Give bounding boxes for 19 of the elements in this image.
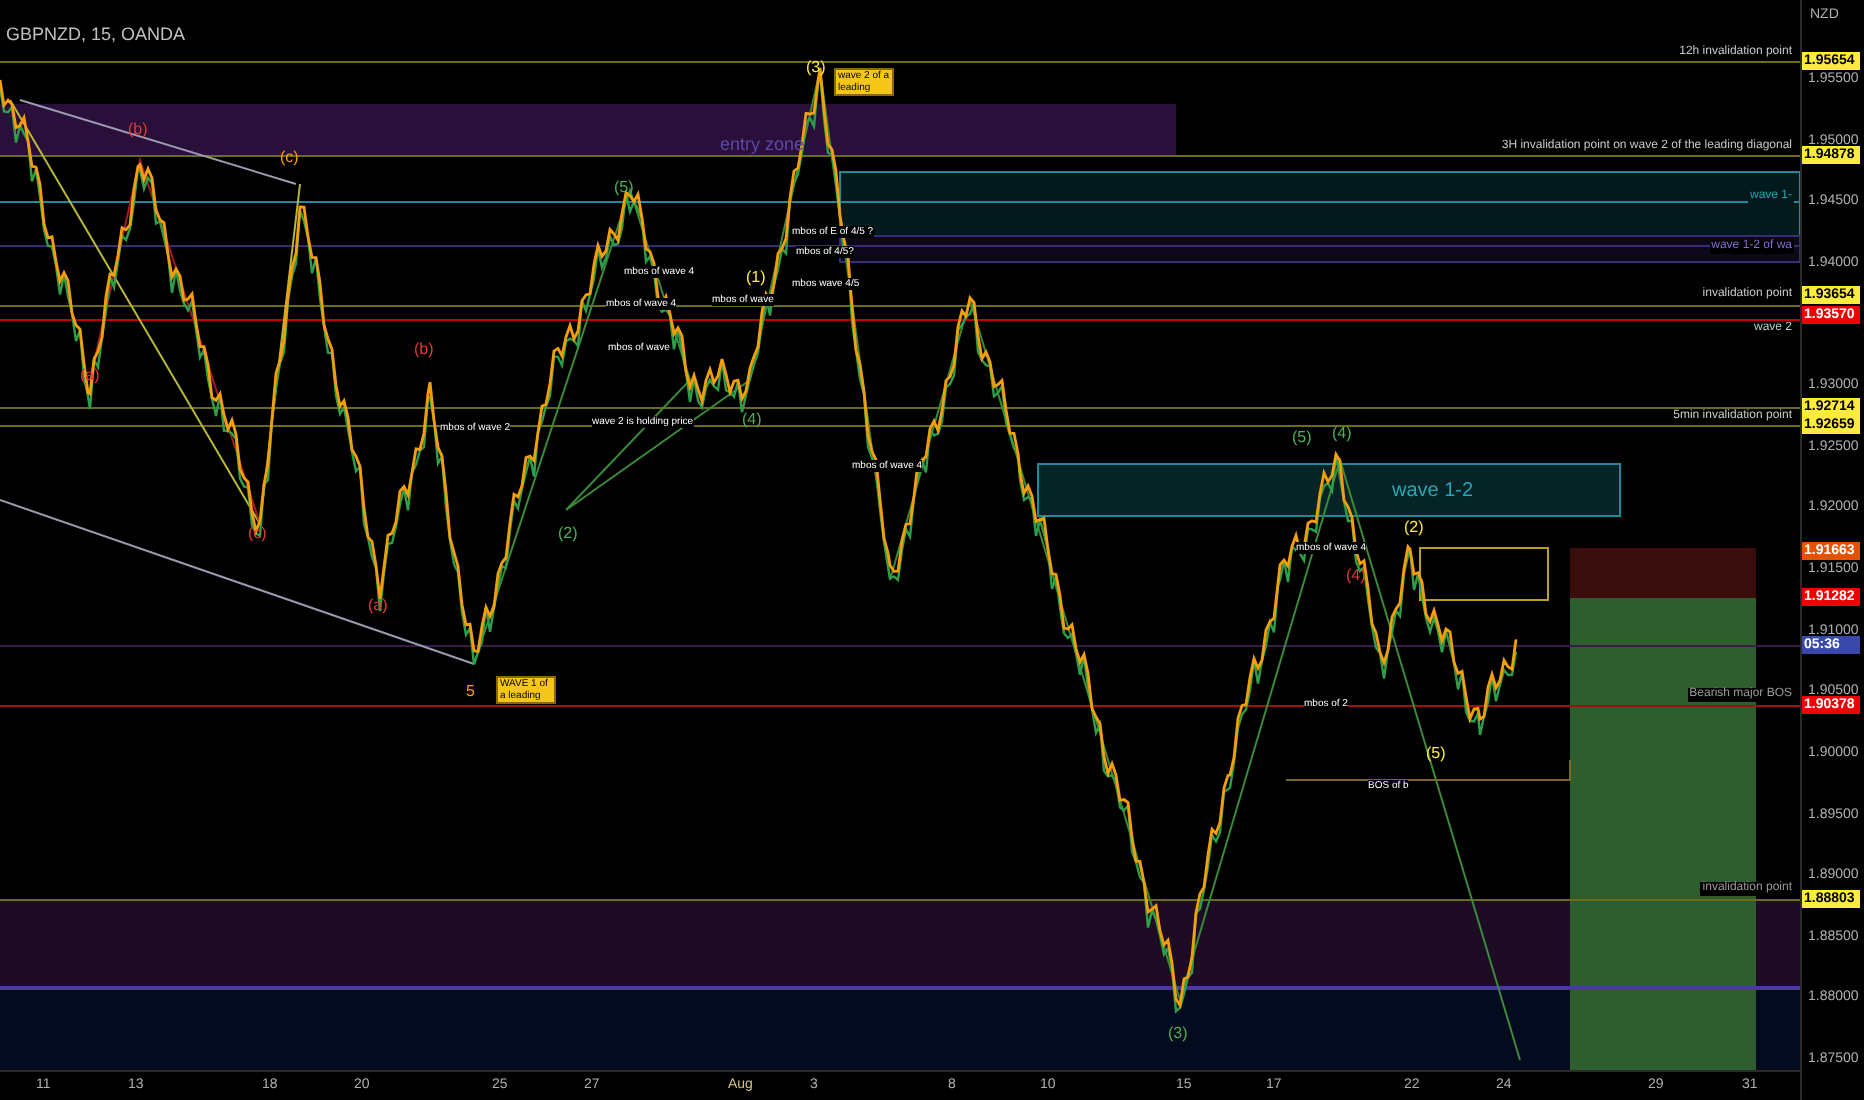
wave-count-label: (c) [280, 148, 299, 166]
wave-count-label: (3) [806, 58, 826, 76]
wave-count-label: (b) [128, 120, 148, 138]
zone-label: wave 1-2 [1392, 478, 1474, 506]
wave-count-label: (2) [558, 524, 578, 542]
wave-count-label: (1) [746, 268, 766, 286]
wave-count-label: (5) [614, 178, 634, 196]
wave-count-label: (5) [1292, 428, 1312, 446]
chart-symbol-title: GBPNZD, 15, OANDA [6, 24, 186, 44]
wave-count-label: (4) [1332, 424, 1352, 442]
wave-count-label: 5 [466, 682, 475, 700]
wave-count-label: (4) [742, 410, 762, 428]
wave-count-label: (4) [1346, 566, 1366, 584]
wave-count-label: (2) [1404, 518, 1424, 536]
target-box [1419, 547, 1549, 601]
wave-count-label: (b) [414, 340, 434, 358]
wave-count-label: (c) [248, 524, 267, 542]
wave-count-label: (3) [1168, 1024, 1188, 1042]
wave-count-label: (5) [1426, 744, 1446, 762]
